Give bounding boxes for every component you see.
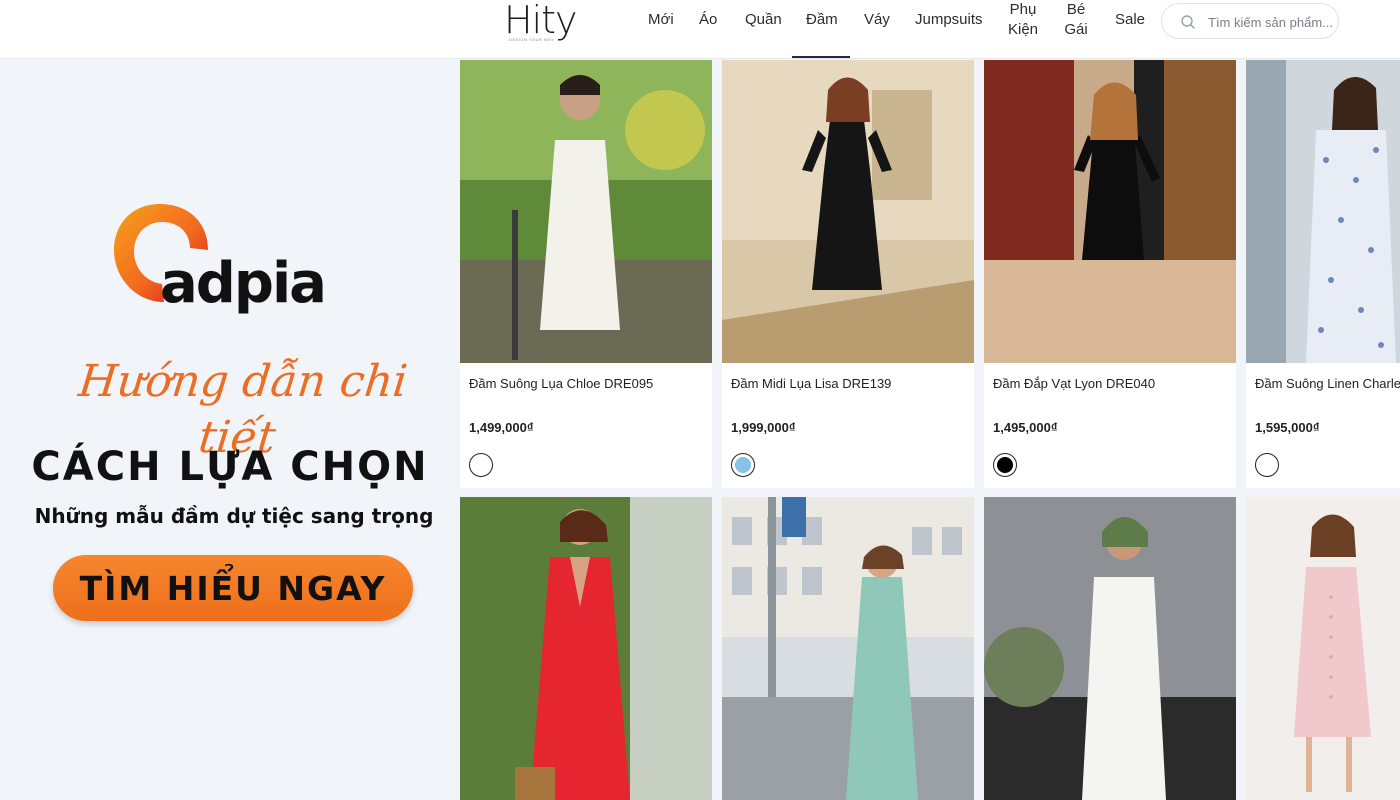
active-nav-indicator bbox=[792, 56, 850, 58]
nav-item-quan[interactable]: Quần bbox=[745, 10, 782, 30]
product-card[interactable]: Đầm Suông Linen Charles 1,595,000₫ bbox=[1246, 60, 1400, 488]
product-price: 1,499,000₫ bbox=[469, 420, 534, 435]
color-swatch[interactable] bbox=[469, 453, 493, 477]
product-card[interactable] bbox=[1246, 497, 1400, 800]
adpia-wordmark: adpia bbox=[160, 251, 327, 316]
logo-tagline: DESIGN YOUR WAY bbox=[509, 37, 555, 42]
nav-item-sale[interactable]: Sale bbox=[1115, 10, 1145, 30]
color-swatch[interactable] bbox=[1255, 453, 1279, 477]
nav-item-be-gai[interactable]: Bé Gái bbox=[1062, 0, 1090, 40]
white-linen-dress-photo[interactable] bbox=[984, 497, 1236, 800]
floral-dress-photo[interactable] bbox=[1246, 60, 1400, 363]
hity-logo[interactable]: Hity bbox=[504, 0, 578, 42]
product-card[interactable]: Đầm Đắp Vạt Lyon DRE040 1,495,000₫ bbox=[984, 60, 1236, 488]
nav-item-ao[interactable]: Áo bbox=[699, 10, 717, 30]
learn-more-button[interactable]: TÌM HIỂU NGAY bbox=[53, 555, 413, 621]
nav-item-vay[interactable]: Váy bbox=[864, 10, 890, 30]
product-name[interactable]: Đầm Midi Lụa Lisa DRE139 bbox=[731, 375, 971, 393]
banner-subtitle: Những mẫu đầm dự tiệc sang trọng bbox=[34, 504, 434, 528]
search-input[interactable] bbox=[1206, 11, 1336, 33]
nav-item-moi[interactable]: Mới bbox=[648, 10, 674, 30]
site-header: Hity DESIGN YOUR WAY Mới Áo Quần Đầm Váy… bbox=[0, 0, 1400, 59]
product-name[interactable]: Đầm Suông Linen Charles bbox=[1255, 375, 1400, 393]
color-swatch[interactable] bbox=[731, 453, 755, 477]
banner-title: CÁCH LỰA CHỌN bbox=[31, 444, 429, 490]
product-price: 1,999,000₫ bbox=[731, 420, 796, 435]
product-name[interactable]: Đầm Đắp Vạt Lyon DRE040 bbox=[993, 375, 1233, 393]
product-card[interactable]: Đầm Midi Lụa Lisa DRE139 1,999,000₫ bbox=[722, 60, 974, 488]
promo-banner: adpia Hướng dẫn chi tiết CÁCH LỰA CHỌN N… bbox=[0, 58, 458, 800]
search-box[interactable] bbox=[1161, 3, 1339, 39]
nav-item-dam[interactable]: Đầm bbox=[806, 10, 838, 30]
product-card[interactable] bbox=[460, 497, 712, 800]
black-midi-dress-photo[interactable] bbox=[722, 60, 974, 363]
nav-item-phu-kien[interactable]: Phụ Kiện bbox=[1006, 0, 1040, 40]
red-dress-photo[interactable] bbox=[460, 497, 712, 800]
mint-shirt-dress-photo[interactable] bbox=[722, 497, 974, 800]
pink-dress-photo[interactable] bbox=[1246, 497, 1400, 800]
product-card[interactable] bbox=[984, 497, 1236, 800]
nav-item-jumpsuits[interactable]: Jumpsuits bbox=[915, 10, 983, 30]
search-icon[interactable] bbox=[1180, 14, 1196, 30]
black-wrap-dress-photo[interactable] bbox=[984, 60, 1236, 363]
product-card[interactable]: Đầm Suông Lụa Chloe DRE095 1,499,000₫ bbox=[460, 60, 712, 488]
product-price: 1,495,000₫ bbox=[993, 420, 1058, 435]
product-price: 1,595,000₫ bbox=[1255, 420, 1320, 435]
color-swatch[interactable] bbox=[993, 453, 1017, 477]
product-name[interactable]: Đầm Suông Lụa Chloe DRE095 bbox=[469, 375, 709, 393]
product-card[interactable] bbox=[722, 497, 974, 800]
white-dress-photo[interactable] bbox=[460, 60, 712, 363]
